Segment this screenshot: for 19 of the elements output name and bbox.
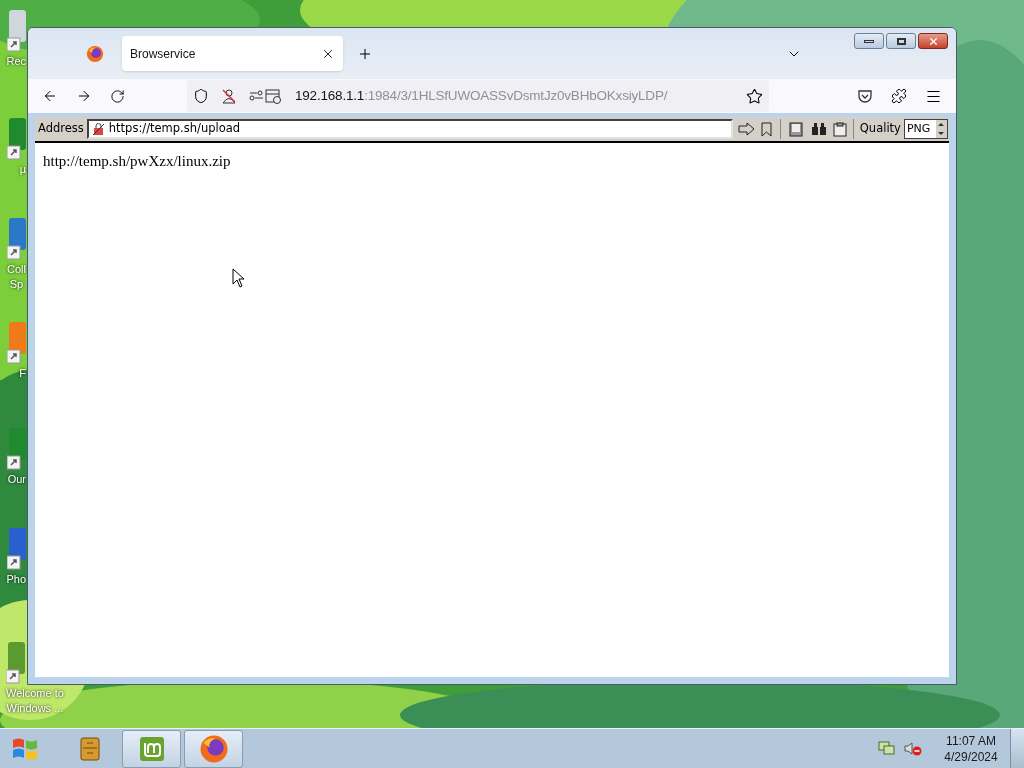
desktop-icon-label: Welcome to <box>6 686 64 701</box>
quality-spinner[interactable]: PNG <box>903 119 948 139</box>
desktop-icon-label: Pho <box>6 572 26 587</box>
desktop-icon-label: Our <box>7 472 26 487</box>
quality-label: Quality <box>859 120 901 138</box>
desktop-icon-label: µ <box>19 162 26 177</box>
desktop-icon-label: Coll <box>7 262 26 277</box>
page-text: http://temp.sh/pwXzx/linux.zip <box>43 153 231 169</box>
address-label: Address <box>37 120 85 138</box>
browser-tab[interactable]: Browservice <box>122 36 343 71</box>
url-text: 192.168.1.1:1984/3/1HLSfUWOASSvDsmtJz0vBHbOKxsiyLDP/ <box>295 86 668 105</box>
clock-date[interactable]: 4/29/2024 <box>944 748 998 765</box>
address-field[interactable]: https://temp.sh/upload <box>86 119 733 139</box>
desktop-icon-label: F <box>19 366 26 381</box>
desktop-icon-label: Sp <box>9 277 24 292</box>
desktop-icon-label: Rec <box>6 54 26 69</box>
url-bar[interactable]: 192.168.1.1:1984/3/1HLSfUWOASSvDsmtJz0vBHbOKxsiyLDP/ <box>187 80 769 112</box>
desktop-icon-label: Windows ... <box>6 701 64 716</box>
clock-time[interactable]: 11:07 AM <box>946 732 996 749</box>
